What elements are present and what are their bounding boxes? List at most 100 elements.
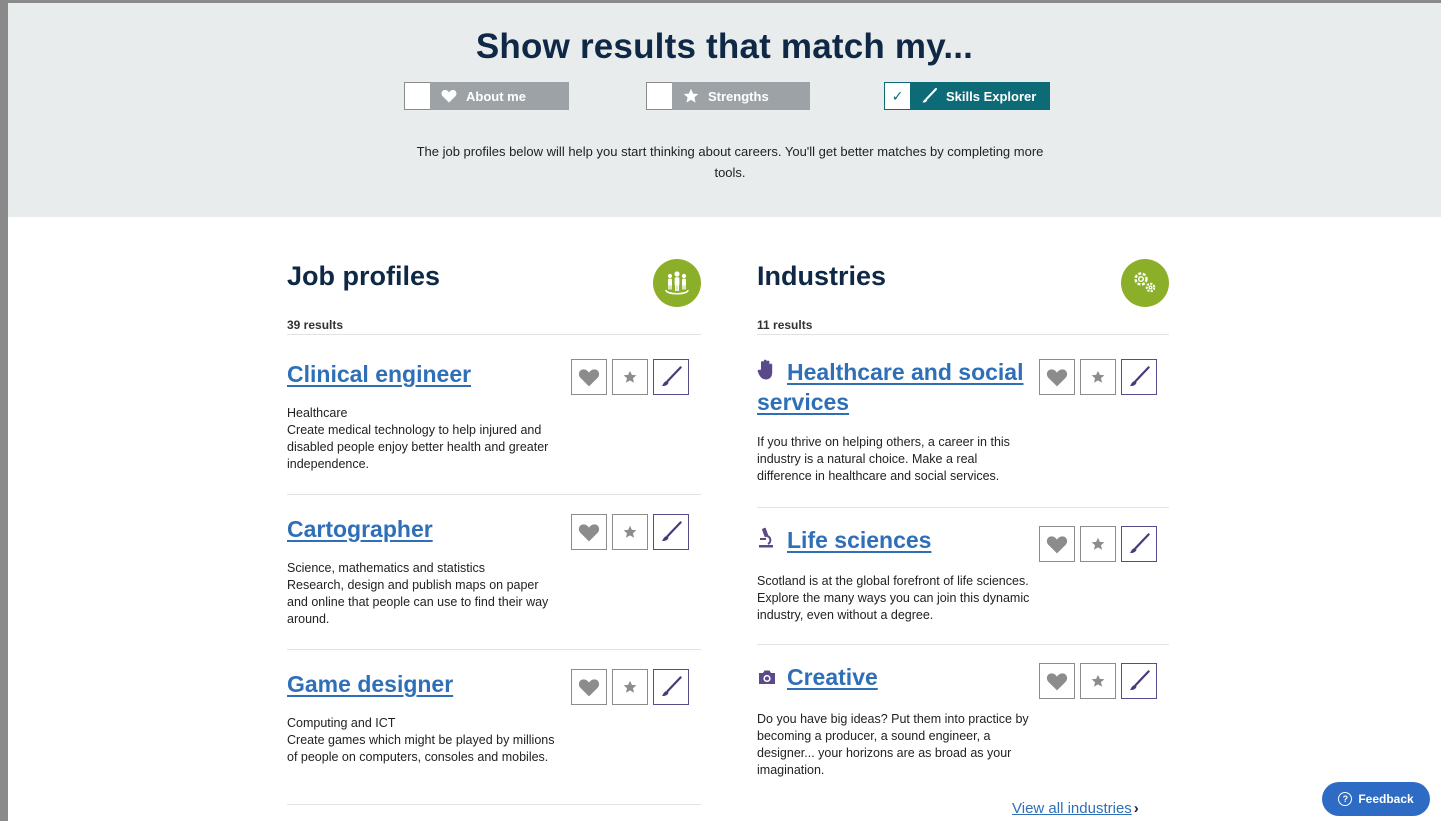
divider (287, 804, 701, 805)
toggle-strengths[interactable]: Strengths (646, 82, 810, 110)
section-title: Job profiles (287, 261, 441, 291)
toggle-label: About me (466, 88, 526, 104)
paintbrush-icon (662, 366, 682, 387)
strengths-match-button[interactable] (1080, 526, 1116, 562)
job-category: Science, mathematics and statistics (287, 561, 485, 575)
save-favourite-button[interactable] (1039, 359, 1075, 395)
paintbrush-icon (920, 87, 938, 105)
strengths-match-button[interactable] (612, 359, 648, 395)
star-icon (1091, 537, 1105, 550)
industries-section: Industries 11 results Healthcare and soc… (757, 245, 1169, 777)
checkbox[interactable] (404, 82, 430, 110)
job-profiles-section: Job profiles 39 results Clinical enginee… (287, 245, 701, 805)
industry-card: Healthcare and social services If you thr… (757, 356, 1169, 508)
strengths-match-button[interactable] (612, 669, 648, 705)
filter-panel: Show results that match my... (8, 3, 1441, 217)
industry-card: Life sciences Scotland is at the global … (757, 524, 1169, 645)
divider (757, 507, 1169, 508)
skills-match-button[interactable] (653, 359, 689, 395)
skills-match-button[interactable] (1121, 526, 1157, 562)
industry-title-link[interactable]: Creative (757, 663, 878, 693)
industry-description: If you thrive on helping others, a caree… (757, 435, 1010, 483)
save-favourite-button[interactable] (571, 669, 607, 705)
toggle-about-me[interactable]: About me (404, 82, 569, 110)
industry-title: services (757, 389, 850, 416)
feedback-label: Feedback (1358, 792, 1414, 806)
heart-icon (578, 678, 600, 696)
industry-card: Creative Do you have big ideas? Put them… (757, 661, 1169, 781)
paintbrush-icon (1130, 533, 1150, 554)
industry-title-link[interactable]: Healthcare and social services (757, 358, 1024, 417)
paintbrush-icon (662, 676, 682, 697)
heart-icon (440, 87, 458, 105)
heart-icon (1046, 368, 1068, 386)
industry-title-link[interactable]: Life sciences (757, 526, 931, 556)
section-title: Industries (757, 261, 887, 291)
intro-text: The job profiles below will help you sta… (416, 144, 1044, 180)
paintbrush-icon (1130, 366, 1150, 387)
skills-match-button[interactable] (653, 514, 689, 550)
people-icon (653, 259, 701, 307)
job-title-link[interactable]: Clinical engineer (287, 360, 471, 389)
view-all-industries-link[interactable]: View all industries › (1012, 800, 1139, 817)
skills-match-button[interactable] (653, 669, 689, 705)
heart-icon (1046, 672, 1068, 690)
divider (757, 644, 1169, 645)
star-icon (623, 525, 637, 538)
industry-title: Creative (787, 664, 878, 690)
paintbrush-icon (1130, 670, 1150, 691)
skills-match-button[interactable] (1121, 663, 1157, 699)
divider (287, 649, 701, 650)
skills-match-button[interactable] (1121, 359, 1157, 395)
job-card: Clinical engineer Healthcare Create medi… (287, 356, 701, 495)
job-description: Research, design and publish maps on pap… (287, 578, 549, 626)
job-card: Cartographer Science, mathematics and st… (287, 511, 701, 650)
job-category: Healthcare (287, 406, 348, 420)
industry-title: Life sciences (787, 527, 932, 553)
chevron-right-icon: › (1133, 800, 1139, 817)
strengths-match-button[interactable] (1080, 359, 1116, 395)
save-favourite-button[interactable] (1039, 663, 1075, 699)
feedback-button[interactable]: ? Feedback (1322, 782, 1430, 816)
job-title-link[interactable]: Game designer (287, 670, 453, 699)
hand-icon (757, 359, 779, 388)
industry-description: Scotland is at the global forefront of l… (757, 574, 1030, 622)
camera-icon (757, 664, 779, 693)
checkbox[interactable] (646, 82, 672, 110)
result-count: 39 results (287, 318, 344, 332)
divider (757, 334, 1169, 335)
link-label: View all industries (1012, 800, 1132, 817)
star-icon (623, 370, 637, 383)
gears-icon (1121, 259, 1169, 307)
help-icon: ? (1338, 792, 1353, 806)
strengths-match-button[interactable] (1080, 663, 1116, 699)
checkbox-checked[interactable]: ✓ (884, 82, 910, 110)
industry-title: Healthcare and social (787, 359, 1024, 385)
job-title-link[interactable]: Cartographer (287, 515, 433, 544)
divider (287, 494, 701, 495)
job-description: Create medical technology to help injure… (287, 423, 549, 471)
heart-icon (1046, 535, 1068, 553)
microscope-icon (757, 527, 779, 556)
star-icon (623, 680, 637, 693)
toggle-label: Skills Explorer (946, 88, 1037, 104)
job-category: Computing and ICT (287, 716, 396, 730)
save-favourite-button[interactable] (571, 359, 607, 395)
result-count: 11 results (757, 318, 813, 332)
save-favourite-button[interactable] (571, 514, 607, 550)
filter-title: Show results that match my... (475, 27, 974, 66)
industry-description: Do you have big ideas? Put them into pra… (757, 712, 1029, 777)
star-icon (1091, 370, 1105, 383)
toggle-label: Strengths (708, 88, 769, 104)
save-favourite-button[interactable] (1039, 526, 1075, 562)
star-icon (682, 87, 700, 105)
star-icon (1091, 674, 1105, 687)
heart-icon (578, 523, 600, 541)
strengths-match-button[interactable] (612, 514, 648, 550)
job-card: Game designer Computing and ICT Create g… (287, 666, 701, 805)
toggle-skills-explorer[interactable]: ✓ Skills Explorer (884, 82, 1050, 110)
divider (287, 334, 701, 335)
heart-icon (578, 368, 600, 386)
paintbrush-icon (662, 521, 682, 542)
job-description: Create games which might be played by mi… (287, 733, 555, 764)
